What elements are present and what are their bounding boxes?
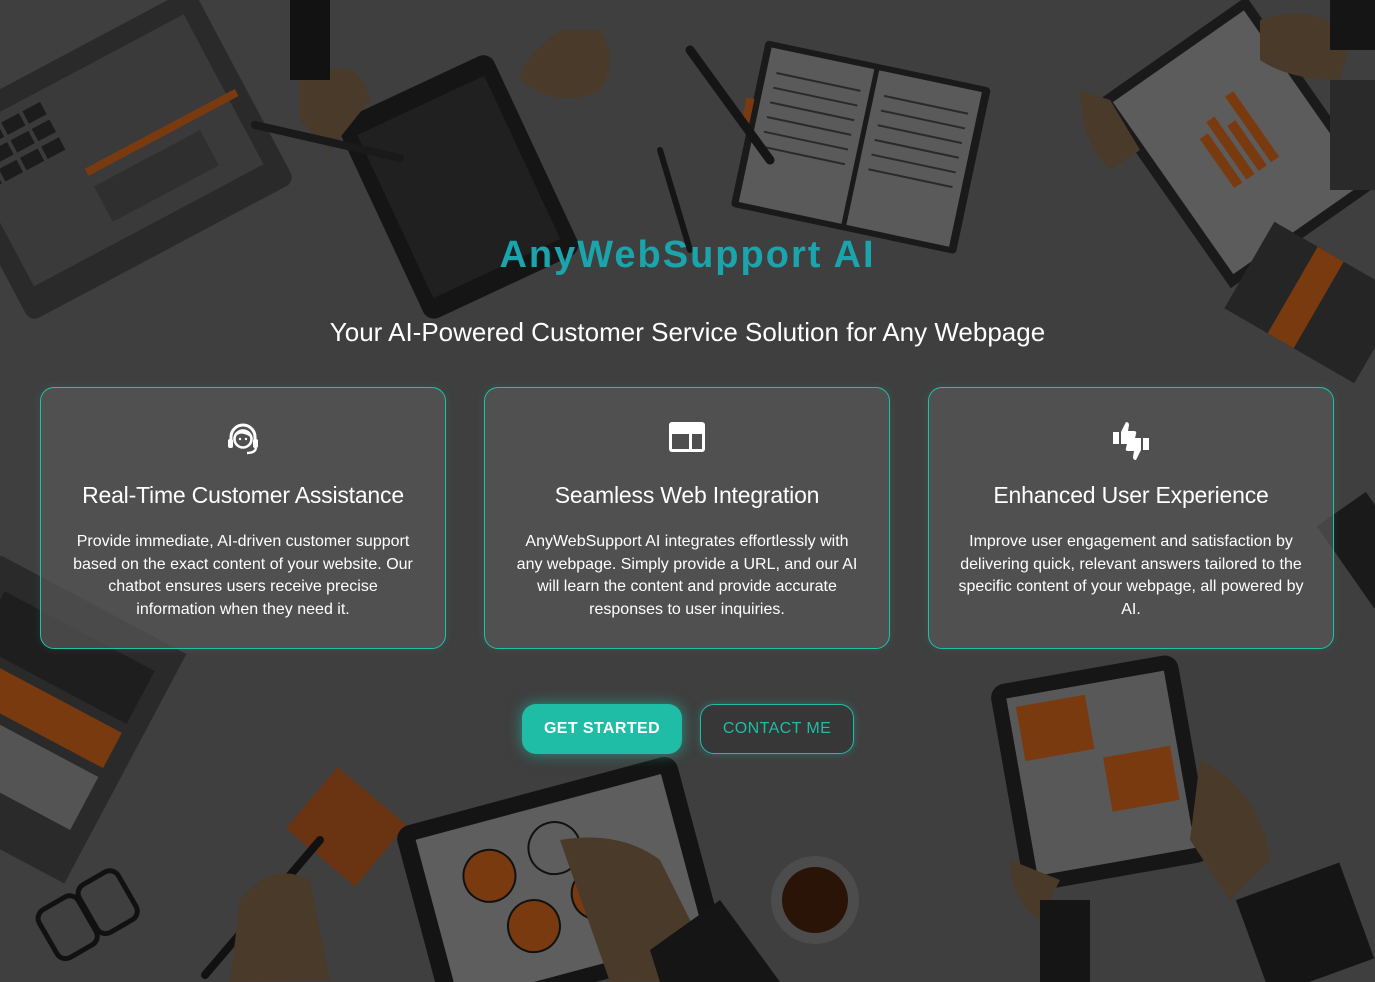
contact-me-button[interactable]: CONTACT ME (700, 704, 854, 754)
headset-support-icon (223, 418, 263, 458)
tagline: Your AI-Powered Customer Service Solutio… (329, 317, 1046, 347)
feature-title: Seamless Web Integration (554, 482, 820, 508)
feature-card-integration: Seamless Web Integration AnyWebSupport A… (484, 387, 890, 649)
brand-title: AnyWebSupport AI (499, 234, 876, 276)
feature-title: Enhanced User Experience (993, 482, 1269, 508)
feature-description: Improve user engagement and satisfaction… (958, 533, 1304, 618)
feature-card-experience: Enhanced User Experience Improve user en… (928, 387, 1334, 649)
feature-description: Provide immediate, AI-driven customer su… (73, 533, 413, 618)
feature-description: AnyWebSupport AI integrates effortlessly… (516, 533, 858, 618)
thumbs-up-down-icon (1107, 414, 1155, 462)
get-started-button[interactable]: GET STARTED (522, 704, 682, 754)
feature-card-realtime: Real-Time Customer Assistance Provide im… (40, 387, 446, 649)
web-window-icon (667, 418, 707, 458)
feature-title: Real-Time Customer Assistance (82, 482, 404, 508)
